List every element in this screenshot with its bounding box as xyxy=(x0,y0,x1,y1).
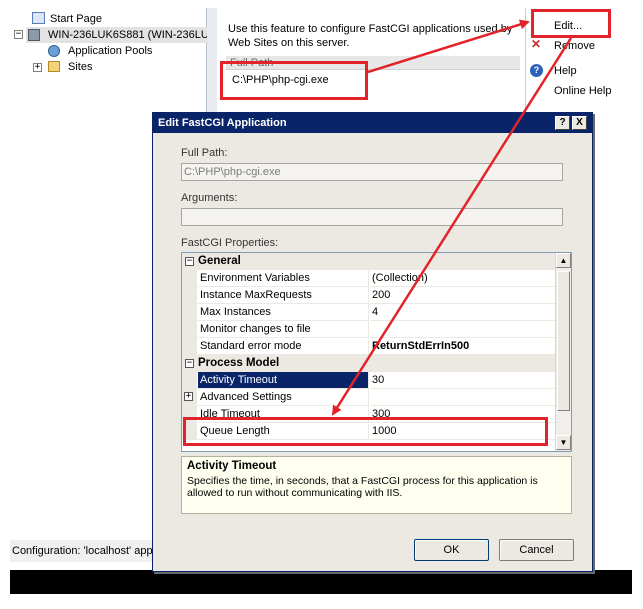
annotation-arrows xyxy=(331,19,573,416)
arrow-to-edit xyxy=(367,19,530,74)
arrow-to-queue-length xyxy=(331,37,573,416)
